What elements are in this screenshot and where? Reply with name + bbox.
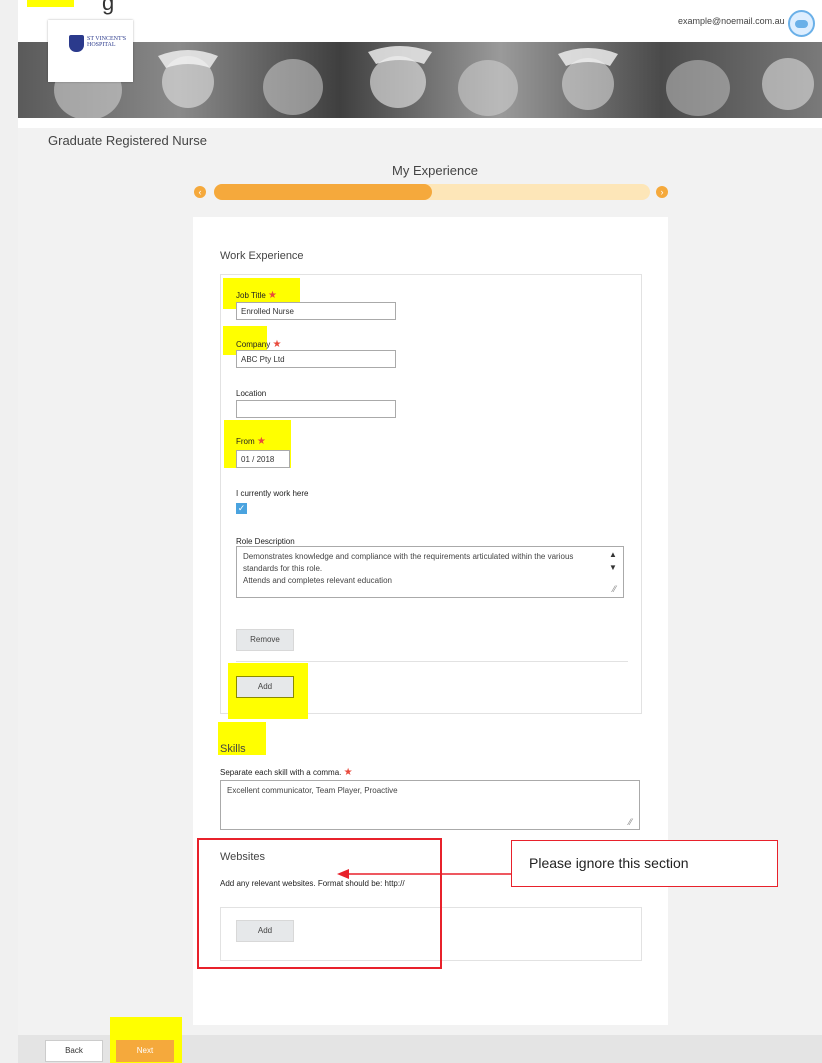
from-label: From ★ [236, 436, 266, 447]
step-title: My Experience [392, 163, 478, 178]
current-job-checkbox[interactable]: ✓ [236, 503, 247, 514]
role-description-label: Role Description [236, 537, 295, 546]
chevron-right-icon[interactable]: › [656, 186, 668, 198]
hospital-logo: ST VINCENT'S HOSPITAL [48, 20, 133, 82]
logo-text: ST VINCENT'S HOSPITAL [87, 36, 127, 48]
back-button[interactable]: Back [45, 1040, 103, 1062]
next-button[interactable]: Next [116, 1040, 174, 1062]
cropped-heading: g [102, 0, 115, 15]
progress-fill [214, 184, 432, 200]
crest-icon [69, 35, 84, 52]
skills-label: Separate each skill with a comma. ★ [220, 767, 353, 778]
user-email[interactable]: example@noemail.com.au [678, 16, 785, 26]
left-margin [0, 0, 18, 1063]
company-input[interactable]: ABC Pty Ltd [236, 350, 396, 368]
role-description-textarea[interactable]: Demonstrates knowledge and compliance wi… [236, 546, 624, 598]
annotation-frame [197, 838, 442, 969]
divider [236, 661, 628, 662]
progress-bar [214, 184, 650, 200]
check-icon: ✓ [237, 503, 246, 513]
company-label: Company ★ [236, 339, 282, 350]
skills-textarea[interactable]: Excellent communicator, Team Player, Pro… [220, 780, 640, 830]
annotation-arrow-icon [337, 869, 513, 879]
chevron-left-icon[interactable]: ‹ [194, 186, 206, 198]
cloud-icon[interactable] [788, 10, 815, 37]
current-job-label: I currently work here [236, 489, 309, 498]
skills-title: Skills [220, 743, 246, 755]
from-date-input[interactable]: 01 / 2018 [236, 450, 290, 468]
resize-handle-icon[interactable]: ⁄⁄ [629, 817, 632, 827]
work-experience-title: Work Experience [220, 250, 304, 262]
annotation-note: Please ignore this section [511, 840, 778, 887]
page-title: Graduate Registered Nurse [48, 133, 207, 148]
header-banner-image [18, 42, 822, 118]
scroll-up-icon[interactable]: ▲ [609, 550, 617, 559]
highlight-marker [27, 0, 74, 7]
job-title-input[interactable]: Enrolled Nurse [236, 302, 396, 320]
location-input[interactable] [236, 400, 396, 418]
add-work-experience-button[interactable]: Add [236, 676, 294, 698]
scroll-down-icon[interactable]: ▼ [609, 563, 617, 572]
location-label: Location [236, 389, 267, 398]
resize-handle-icon[interactable]: ⁄⁄ [613, 584, 616, 594]
job-title-label: Job Title ★ [236, 290, 277, 301]
remove-button[interactable]: Remove [236, 629, 294, 651]
